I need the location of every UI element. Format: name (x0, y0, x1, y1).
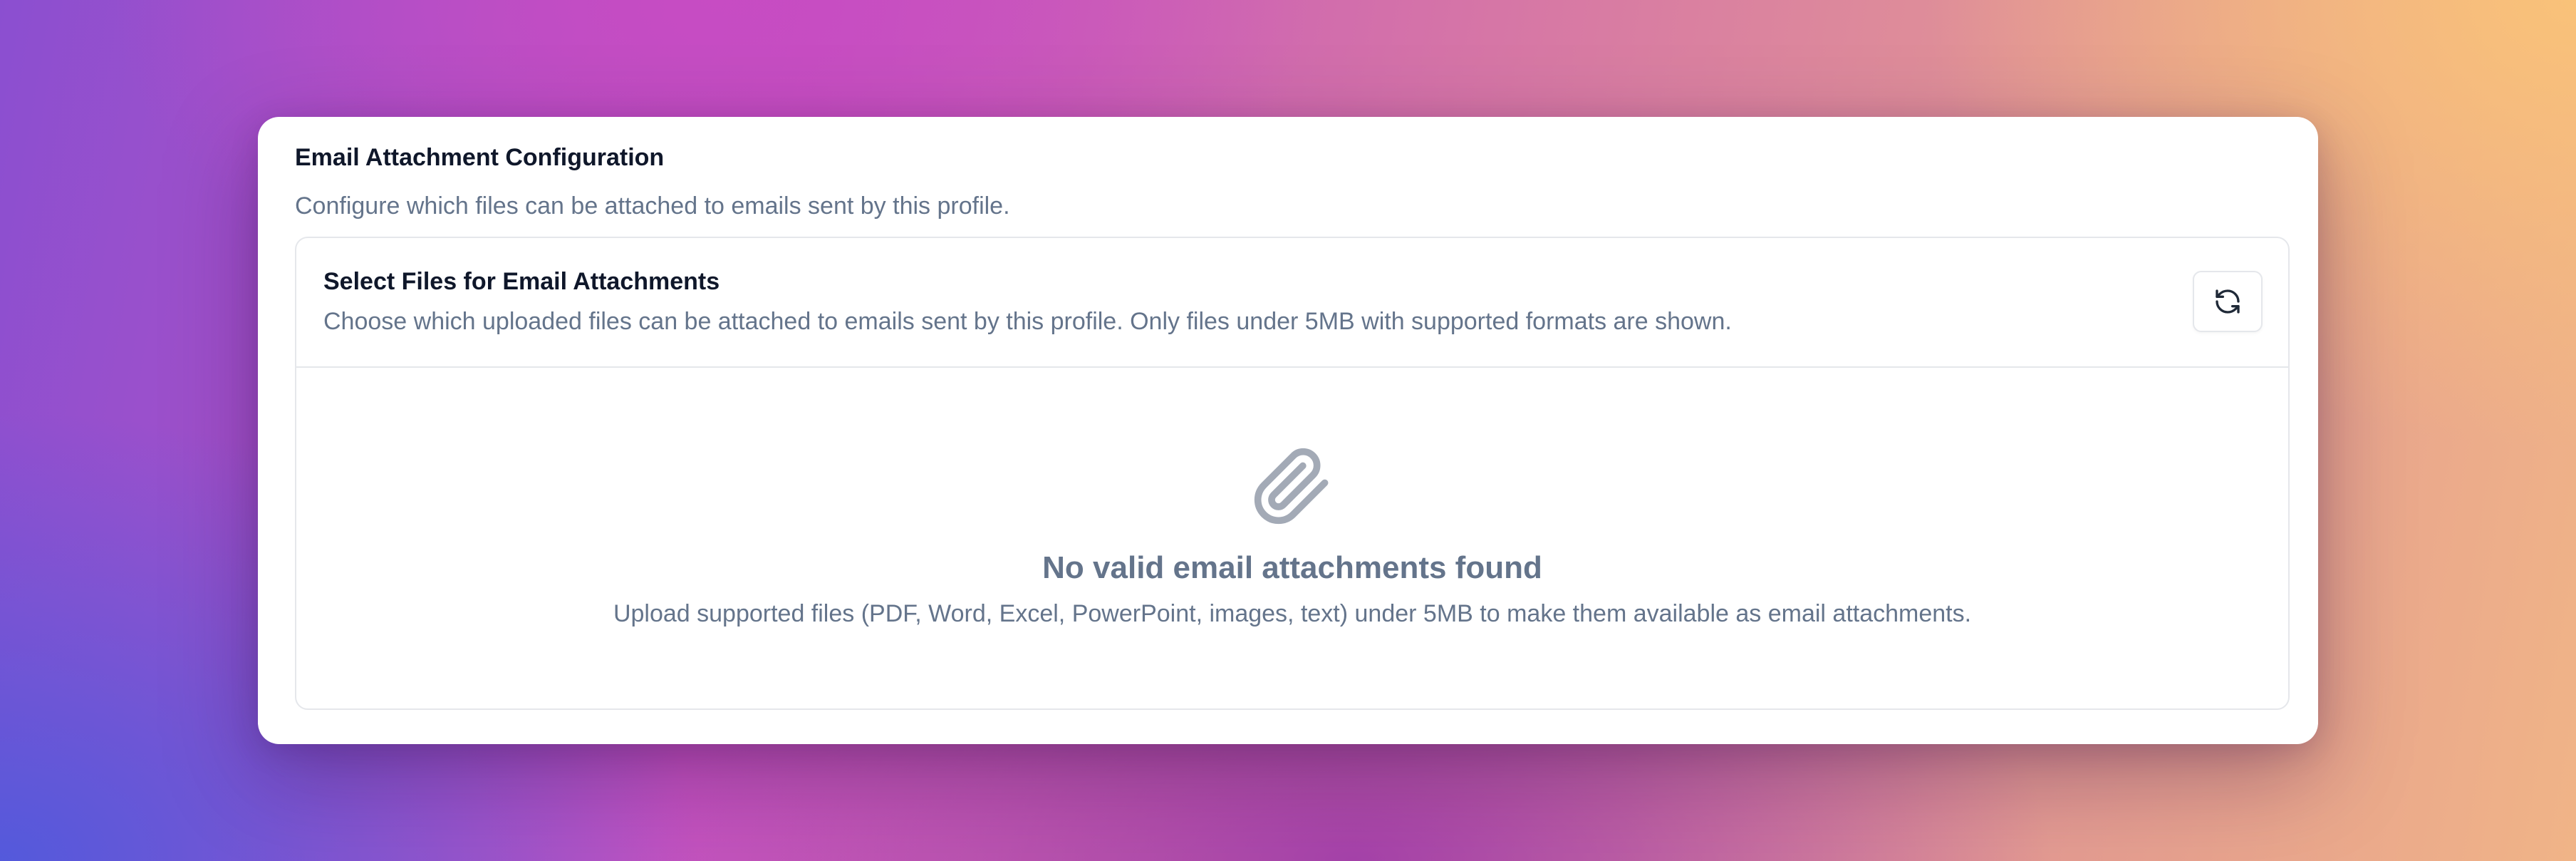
panel-title: Select Files for Email Attachments (323, 268, 720, 295)
panel-header: Select Files for Email Attachments Choos… (296, 238, 2288, 368)
paperclip-icon (1251, 445, 1334, 527)
file-selection-panel: Select Files for Email Attachments Choos… (295, 237, 2290, 710)
empty-state-description: Upload supported files (PDF, Word, Excel… (613, 600, 1972, 627)
card-description: Configure which files can be attached to… (295, 192, 1010, 220)
refresh-icon (2213, 287, 2242, 316)
refresh-button[interactable] (2193, 271, 2263, 332)
attachment-config-card: Email Attachment Configuration Configure… (258, 117, 2318, 744)
empty-state-title: No valid email attachments found (1042, 550, 1542, 585)
panel-description: Choose which uploaded files can be attac… (323, 308, 1732, 335)
card-title: Email Attachment Configuration (295, 144, 665, 171)
empty-state: No valid email attachments found Upload … (296, 368, 2288, 708)
